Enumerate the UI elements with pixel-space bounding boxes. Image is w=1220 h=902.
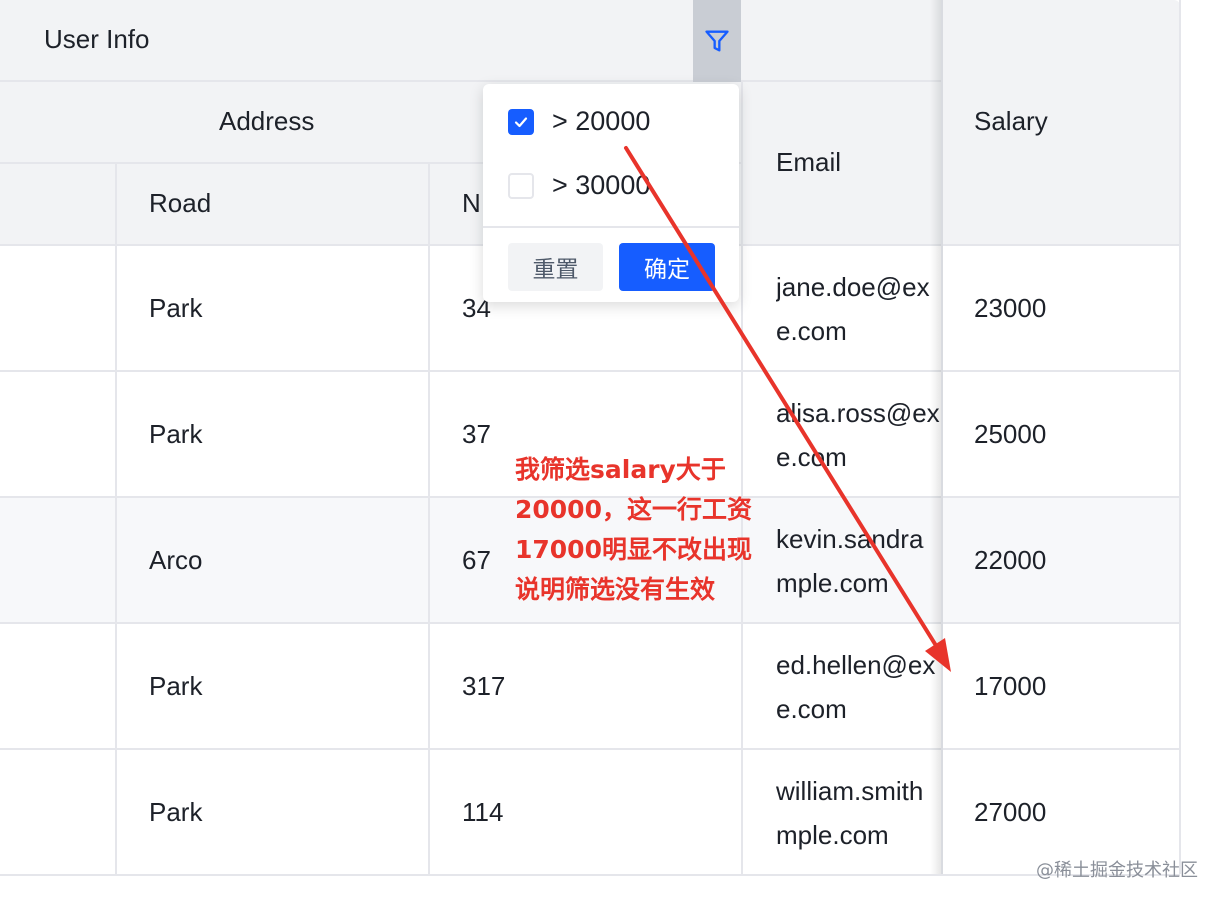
watermark: @稀土掘金技术社区 — [1036, 860, 1198, 881]
annotation-arrow — [624, 146, 951, 672]
